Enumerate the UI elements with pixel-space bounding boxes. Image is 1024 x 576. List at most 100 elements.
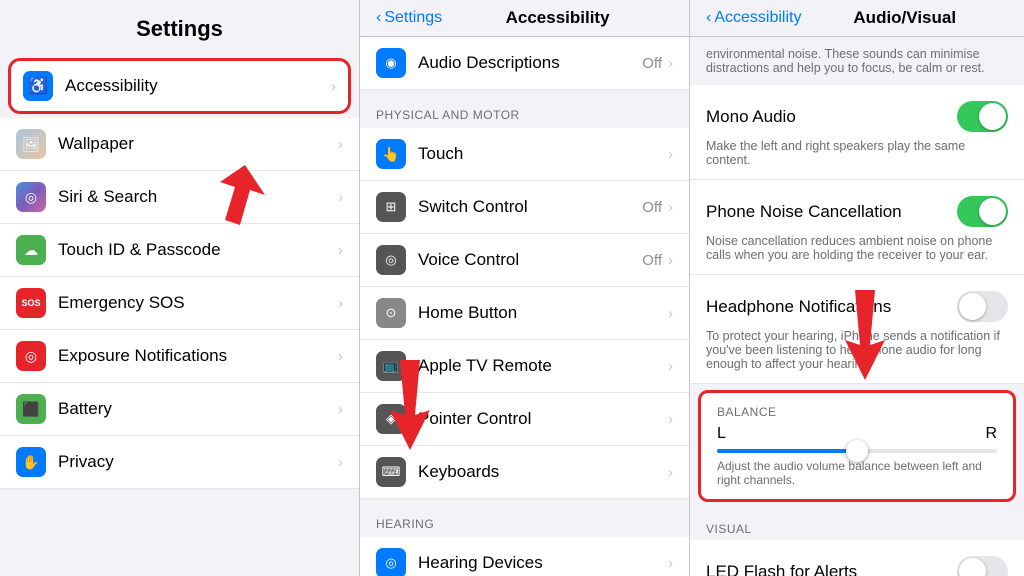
- hearing-chevron: ›: [668, 555, 673, 572]
- accessibility-icon: ♿: [23, 71, 53, 101]
- audio-desc-label: Audio Descriptions: [418, 53, 642, 73]
- middle-title: Accessibility: [506, 8, 610, 28]
- sos-label: Emergency SOS: [58, 293, 185, 313]
- headphone-row: Headphone Notifications: [706, 287, 1008, 326]
- sidebar-item-privacy[interactable]: ✋ Privacy ›: [0, 436, 359, 489]
- battery-icon: ⬛: [16, 394, 46, 424]
- sidebar-item-touchid[interactable]: ☁ Touch ID & Passcode ›: [0, 224, 359, 277]
- hearing-label: Hearing Devices: [418, 553, 668, 573]
- phone-noise-desc: Noise cancellation reduces ambient noise…: [706, 234, 1008, 262]
- wallpaper-chevron: ›: [338, 136, 343, 153]
- right-audiovisual-panel: ‹ Accessibility Audio/Visual environment…: [690, 0, 1024, 576]
- mono-audio-section: Mono Audio Make the left and right speak…: [690, 85, 1024, 180]
- balance-header: BALANCE: [717, 405, 997, 419]
- appletv-label: Apple TV Remote: [418, 356, 668, 376]
- touch-chevron: ›: [668, 146, 673, 163]
- sos-chevron: ›: [338, 295, 343, 312]
- voice-value: Off: [642, 252, 662, 269]
- wallpaper-label: Wallpaper: [58, 134, 134, 154]
- hearing-icon: ◎: [376, 548, 406, 576]
- mono-audio-toggle[interactable]: [957, 101, 1008, 132]
- mid-item-pointer[interactable]: ◈ Pointer Control ›: [360, 393, 689, 446]
- mid-item-hearing[interactable]: ◎ Hearing Devices ›: [360, 537, 689, 576]
- led-flash-label: LED Flash for Alerts: [706, 562, 857, 576]
- section-physical-motor: PHYSICAL AND MOTOR: [360, 90, 689, 128]
- siri-label: Siri & Search: [58, 187, 157, 207]
- sidebar-item-siri[interactable]: ◎ Siri & Search ›: [0, 171, 359, 224]
- led-flash-section: LED Flash for Alerts: [690, 540, 1024, 576]
- voice-label: Voice Control: [418, 250, 642, 270]
- middle-back-button[interactable]: ‹ Settings: [376, 9, 442, 27]
- intro-text: environmental noise. These sounds can mi…: [690, 37, 1024, 85]
- middle-back-label: Settings: [384, 9, 442, 27]
- exposure-chevron: ›: [338, 348, 343, 365]
- headphone-label: Headphone Notifications: [706, 297, 891, 317]
- right-title: Audio/Visual: [853, 8, 956, 28]
- accessibility-chevron: ›: [331, 78, 336, 95]
- sidebar-item-sos[interactable]: SOS Emergency SOS ›: [0, 277, 359, 330]
- balance-slider-fill: [717, 449, 857, 453]
- mid-item-voicecontrol[interactable]: ◎ Voice Control Off ›: [360, 234, 689, 287]
- touchid-label: Touch ID & Passcode: [58, 240, 221, 260]
- sidebar-item-wallpaper[interactable]: 🖼 Wallpaper ›: [0, 118, 359, 171]
- led-flash-toggle[interactable]: [957, 556, 1008, 576]
- chevron-left-icon: ‹: [376, 9, 381, 27]
- balance-desc: Adjust the audio volume balance between …: [717, 459, 997, 487]
- balance-left-label: L: [717, 425, 726, 443]
- privacy-chevron: ›: [338, 454, 343, 471]
- mid-item-homebutton[interactable]: ⊙ Home Button ›: [360, 287, 689, 340]
- pointer-chevron: ›: [668, 411, 673, 428]
- voice-chevron: ›: [668, 252, 673, 269]
- sidebar-item-accessibility[interactable]: ♿ Accessibility ›: [8, 58, 351, 114]
- keyboard-chevron: ›: [668, 464, 673, 481]
- headphone-desc: To protect your hearing, iPhone sends a …: [706, 329, 1008, 371]
- battery-chevron: ›: [338, 401, 343, 418]
- mid-item-audio-descriptions[interactable]: ◉ Audio Descriptions Off ›: [360, 37, 689, 90]
- keyboard-label: Keyboards: [418, 462, 668, 482]
- mid-item-switchcontrol[interactable]: ⊞ Switch Control Off ›: [360, 181, 689, 234]
- wallpaper-icon: 🖼: [16, 129, 46, 159]
- home-chevron: ›: [668, 305, 673, 322]
- section-hearing: HEARING: [360, 499, 689, 537]
- phone-noise-section: Phone Noise Cancellation Noise cancellat…: [690, 180, 1024, 275]
- audio-desc-icon: ◉: [376, 48, 406, 78]
- exposure-icon: ◎: [16, 341, 46, 371]
- right-back-label: Accessibility: [714, 9, 801, 27]
- privacy-icon: ✋: [16, 447, 46, 477]
- sos-icon: SOS: [16, 288, 46, 318]
- phone-noise-toggle[interactable]: [957, 196, 1008, 227]
- touchid-icon: ☁: [16, 235, 46, 265]
- right-nav: ‹ Accessibility Audio/Visual: [690, 0, 1024, 37]
- middle-nav: ‹ Settings Accessibility: [360, 0, 689, 37]
- visual-section-header: VISUAL: [690, 508, 1024, 540]
- right-back-button[interactable]: ‹ Accessibility: [706, 9, 801, 27]
- middle-accessibility-panel: ‹ Settings Accessibility ◉ Audio Descrip…: [360, 0, 690, 576]
- switch-value: Off: [642, 199, 662, 216]
- mid-item-appletvremote[interactable]: 📺 Apple TV Remote ›: [360, 340, 689, 393]
- switch-chevron: ›: [668, 199, 673, 216]
- sidebar-item-exposure[interactable]: ◎ Exposure Notifications ›: [0, 330, 359, 383]
- battery-label: Battery: [58, 399, 112, 419]
- exposure-label: Exposure Notifications: [58, 346, 227, 366]
- mid-item-keyboards[interactable]: ⌨ Keyboards ›: [360, 446, 689, 499]
- keyboard-icon: ⌨: [376, 457, 406, 487]
- pointer-label: Pointer Control: [418, 409, 668, 429]
- touch-label: Touch: [418, 144, 668, 164]
- phone-noise-row: Phone Noise Cancellation: [706, 192, 1008, 231]
- settings-title: Settings: [0, 0, 359, 54]
- right-content: environmental noise. These sounds can mi…: [690, 37, 1024, 576]
- headphone-toggle[interactable]: [957, 291, 1008, 322]
- middle-list: ◉ Audio Descriptions Off › PHYSICAL AND …: [360, 37, 689, 576]
- mid-item-touch[interactable]: 👆 Touch ›: [360, 128, 689, 181]
- touch-icon: 👆: [376, 139, 406, 169]
- sidebar-item-battery[interactable]: ⬛ Battery ›: [0, 383, 359, 436]
- right-chevron-left-icon: ‹: [706, 9, 711, 27]
- voice-icon: ◎: [376, 245, 406, 275]
- accessibility-label: Accessibility: [65, 76, 158, 96]
- pointer-icon: ◈: [376, 404, 406, 434]
- phone-noise-label: Phone Noise Cancellation: [706, 202, 902, 222]
- left-settings-panel: Settings ♿ Accessibility › 🖼 Wallpaper ›…: [0, 0, 360, 576]
- audio-desc-chevron: ›: [668, 55, 673, 72]
- balance-slider-thumb[interactable]: [846, 440, 868, 462]
- headphone-section: Headphone Notifications To protect your …: [690, 275, 1024, 384]
